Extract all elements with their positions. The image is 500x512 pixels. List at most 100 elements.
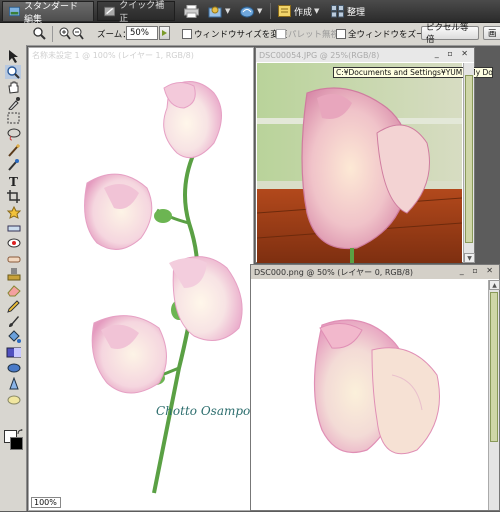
document-title-dsc00054: DSC00054.JPG @ 25%(RGB/8) — [259, 50, 380, 60]
create-icon — [278, 4, 291, 17]
crop-button[interactable] — [5, 189, 21, 204]
options-divider — [52, 26, 53, 42]
sponge-icon — [7, 395, 20, 405]
cookie-cutter-button[interactable] — [5, 205, 21, 219]
blur-icon — [8, 376, 19, 390]
red-eye-icon — [7, 238, 20, 248]
print-button[interactable] — [184, 3, 199, 19]
create-button[interactable]: 作成 ▼ — [278, 3, 319, 19]
edit-mode-icon — [9, 6, 21, 17]
zoom-all-option[interactable]: 全ウィンドウをズーム — [336, 28, 433, 40]
gradient-icon — [6, 347, 21, 358]
scrollbar-thumb[interactable] — [465, 75, 473, 243]
straighten-icon — [7, 225, 20, 232]
healing-brush-button[interactable] — [5, 252, 21, 266]
tab-quick-fix[interactable]: クイック補正 — [97, 1, 175, 24]
paint-bucket-button[interactable] — [5, 330, 21, 344]
zoom-value-field[interactable]: 50% — [126, 26, 158, 40]
selection-brush-button[interactable] — [5, 158, 21, 172]
brush-icon — [8, 316, 19, 328]
ignore-palettes-label: パレット無視 — [288, 30, 340, 40]
sponge-button[interactable] — [5, 392, 21, 406]
online-button[interactable]: ▼ — [240, 3, 262, 19]
online-icon — [240, 6, 254, 17]
cookie-cutter-icon — [6, 205, 21, 219]
chevron-down-icon: ▼ — [257, 7, 263, 15]
red-eye-button[interactable] — [5, 236, 21, 250]
shape-button[interactable] — [5, 361, 21, 375]
tab-standard-edit-label: スタンダード編集 — [24, 1, 79, 25]
move-tool-icon — [8, 50, 18, 63]
organize-icon — [331, 4, 344, 17]
pencil-icon — [6, 299, 20, 313]
gradient-button[interactable] — [5, 345, 21, 359]
zoom-slider-button[interactable] — [159, 26, 170, 40]
document-window-dsc00054[interactable]: DSC00054.JPG @ 25%(RGB/8) _ ▫ ✕ C:¥Docum… — [255, 47, 493, 263]
share-button[interactable]: ▼ — [208, 3, 230, 19]
document-window-untitled[interactable]: 名称未設定 1 @ 100% (レイヤー 1, RGB/8) Chotto Os… — [28, 47, 300, 511]
document-title-dsc000: DSC000.png @ 50% (レイヤー 0, RGB/8) — [254, 267, 414, 277]
photo-sweet-pea — [257, 63, 462, 263]
organize-button[interactable]: 整理 — [331, 3, 365, 19]
lasso-button[interactable] — [5, 127, 21, 141]
toolbar-divider — [270, 3, 271, 19]
background-color-swatch[interactable] — [10, 437, 23, 450]
zoom-all-checkbox[interactable] — [336, 29, 346, 39]
zoom-in-icon[interactable] — [59, 27, 71, 40]
scroll-down-button[interactable]: ▼ — [464, 253, 475, 263]
document-window-dsc000[interactable]: DSC000.png @ 50% (レイヤー 0, RGB/8) _ ▫ ✕ ▲ — [250, 264, 500, 511]
ignore-palettes-option[interactable]: パレット無視 — [276, 28, 339, 40]
document-titlebar-dsc00054: DSC00054.JPG @ 25%(RGB/8) _ ▫ ✕ — [256, 48, 474, 62]
chevron-down-icon: ▼ — [314, 7, 320, 15]
clone-stamp-icon — [7, 268, 20, 281]
tab-standard-edit[interactable]: スタンダード編集 — [2, 1, 94, 25]
zoom-tool-icon — [33, 27, 46, 40]
type-tool-button[interactable]: T — [5, 174, 21, 188]
eraser-button[interactable] — [5, 283, 21, 297]
clone-stamp-button[interactable] — [5, 267, 21, 281]
share-icon — [208, 6, 222, 17]
zoom-status-field[interactable]: 100% — [31, 497, 61, 508]
eyedropper-button[interactable] — [5, 96, 21, 110]
mode-bar: スタンダード編集 クイック補正 ▼ ▼ 作成 ▼ 整理 — [0, 0, 500, 25]
crop-icon — [6, 190, 20, 204]
vertical-scrollbar[interactable]: ▲ — [488, 280, 500, 510]
zoom-out-icon[interactable] — [72, 27, 84, 40]
resize-windows-option[interactable]: ウィンドウサイズを変更 — [182, 28, 287, 40]
window-controls[interactable]: _ ▫ ✕ — [435, 49, 471, 58]
zoom-tool-button[interactable] — [5, 64, 21, 79]
marquee-button[interactable] — [5, 111, 21, 125]
quick-fix-icon — [104, 6, 116, 16]
organize-label: 整理 — [347, 7, 366, 18]
svg-text:T: T — [9, 175, 18, 188]
paint-bucket-icon — [7, 330, 21, 343]
vertical-scrollbar[interactable]: ▼ — [463, 63, 475, 263]
zoom-tool-icon — [6, 65, 20, 79]
selection-brush-icon — [7, 159, 19, 171]
hand-tool-icon — [7, 81, 18, 94]
fit-screen-button[interactable]: 画 — [483, 26, 500, 40]
magic-wand-button[interactable] — [5, 143, 21, 157]
shape-icon — [7, 363, 20, 373]
hand-tool-button[interactable] — [5, 80, 21, 94]
resize-windows-checkbox[interactable] — [182, 29, 192, 39]
blur-button[interactable] — [5, 376, 21, 391]
ignore-palettes-checkbox[interactable] — [276, 29, 286, 39]
resize-windows-label: ウィンドウサイズを変更 — [194, 30, 288, 40]
type-tool-icon: T — [9, 175, 18, 188]
eyedropper-icon — [7, 96, 20, 110]
tab-quick-fix-label: クイック補正 — [119, 1, 165, 24]
swap-colors-icon[interactable] — [17, 429, 24, 436]
toolbox: T — [0, 45, 27, 511]
brush-button[interactable] — [5, 314, 21, 328]
move-tool-button[interactable] — [5, 49, 21, 63]
lasso-icon — [7, 128, 20, 141]
actual-pixels-button[interactable]: ピクセル等倍 — [421, 23, 479, 45]
straighten-button[interactable] — [5, 221, 21, 235]
pencil-button[interactable] — [5, 299, 21, 313]
scroll-up-button[interactable]: ▲ — [489, 280, 500, 290]
scrollbar-thumb[interactable] — [490, 292, 498, 442]
options-bar: ズーム： 50% ウィンドウサイズを変更 パレット無視 全ウィンドウをズーム ピ… — [0, 23, 500, 46]
window-controls[interactable]: _ ▫ ✕ — [460, 266, 496, 275]
play-arrow-icon — [162, 30, 167, 36]
